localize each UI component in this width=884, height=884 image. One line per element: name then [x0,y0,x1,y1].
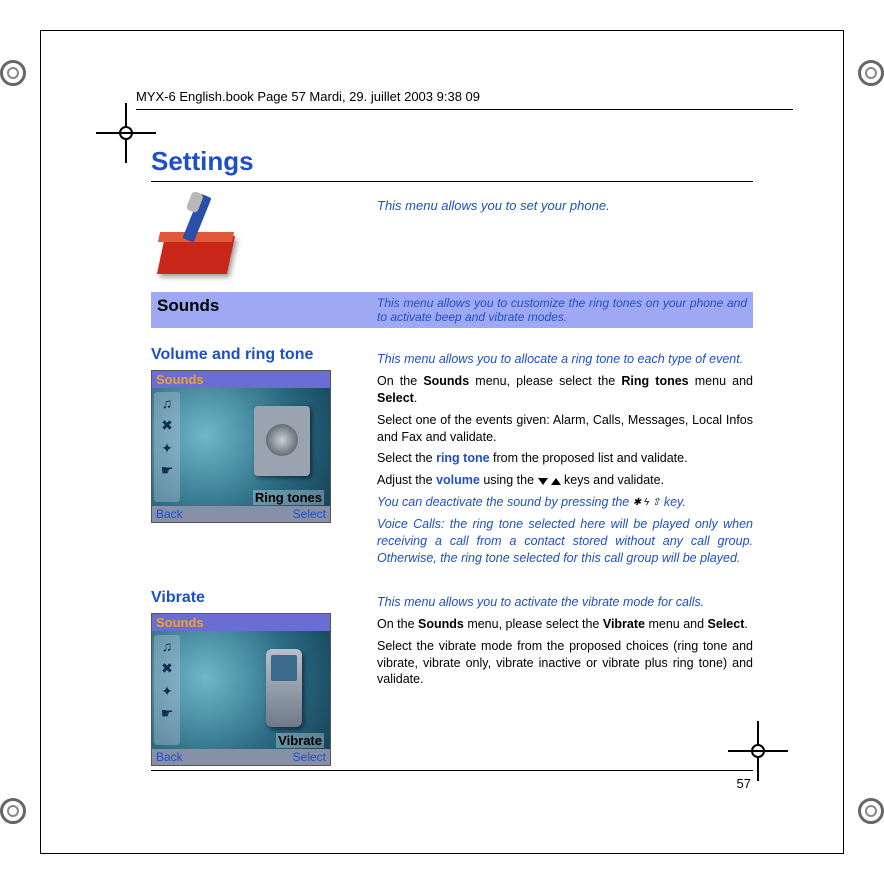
volume-p3: Select the ring tone from the proposed l… [377,450,753,467]
band-desc: This menu allows you to customize the ri… [371,296,747,324]
volume-p4: Adjust the volume using the keys and val… [377,472,753,489]
subheading-volume: Volume and ring tone [151,346,371,364]
speaker-icon [254,406,310,476]
mute-key-icon: ✱ ϟ ⇧ [633,496,661,510]
binding-ring [858,798,884,824]
binding-ring [0,798,26,824]
volume-desc: This menu allows you to allocate a ring … [377,351,753,368]
softkey-back: Back [156,507,183,521]
side-icons: ♫✖✦☛ [154,392,180,502]
volume-p5: You can deactivate the sound by pressing… [377,494,753,511]
page-number: 57 [737,776,751,791]
vibrate-p1: On the Sounds menu, please select the Vi… [377,616,753,633]
phone-screenshot-vibrate: Sounds ♫✖✦☛ Vibrate Back Select [151,613,331,766]
screen-title: Sounds [152,371,330,388]
screen-label: Ring tones [253,490,324,505]
header-rule [136,109,793,110]
page-title: Settings [151,146,753,177]
vibrate-desc: This menu allows you to activate the vib… [377,594,753,611]
screen-label: Vibrate [276,733,324,748]
section-band-sounds: Sounds This menu allows you to customize… [151,292,753,328]
page-frame: MYX-6 English.book Page 57 Mardi, 29. ju… [40,30,844,854]
softkey-select: Select [293,507,326,521]
binding-ring [858,60,884,86]
volume-p6: Voice Calls: the ring tone selected here… [377,516,753,567]
subheading-vibrate: Vibrate [151,589,371,607]
binding-ring [0,60,26,86]
softkey-select: Select [293,750,326,764]
running-header: MYX-6 English.book Page 57 Mardi, 29. ju… [136,89,480,104]
volume-p1: On the Sounds menu, please select the Ri… [377,373,753,407]
side-icons: ♫✖✦☛ [154,635,180,745]
softkey-back: Back [156,750,183,764]
footer-rule [151,770,753,771]
intro-text: This menu allows you to set your phone. [377,198,753,213]
toolbox-icon [151,194,251,274]
vibrate-p2: Select the vibrate mode from the propose… [377,638,753,689]
down-up-keys-icon [538,473,561,490]
phone-screenshot-ringtones: Sounds ♫✖✦☛ Ring tones Back Select [151,370,331,523]
band-heading: Sounds [157,296,371,324]
crop-mark-icon [96,103,156,163]
volume-p2: Select one of the events given: Alarm, C… [377,412,753,446]
phone-icon [266,649,302,727]
screen-title: Sounds [152,614,330,631]
